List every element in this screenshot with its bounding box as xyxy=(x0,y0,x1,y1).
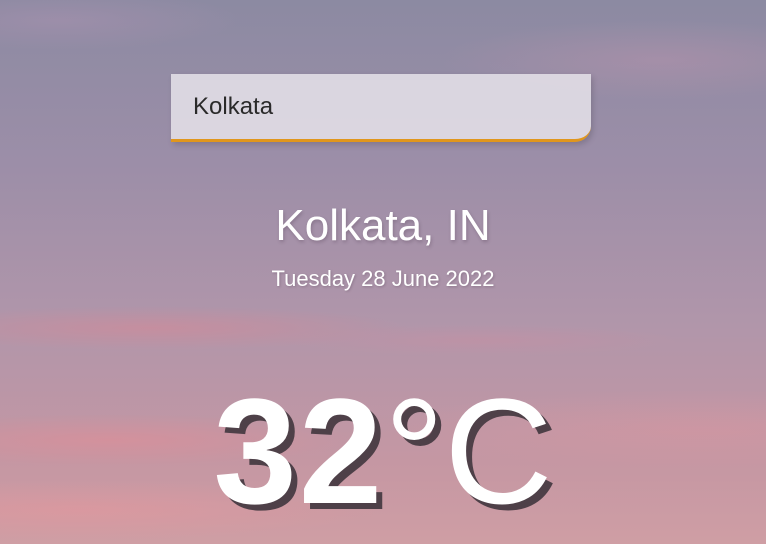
date-label: Tuesday 28 June 2022 xyxy=(271,266,495,291)
temperature-display: 32°C xyxy=(0,376,766,526)
search-input[interactable] xyxy=(171,74,591,142)
temperature-unit: °C xyxy=(384,367,553,535)
search-box xyxy=(171,74,591,142)
temperature-value: 32 xyxy=(213,367,385,535)
location-title: Kolkata, IN xyxy=(275,201,491,250)
